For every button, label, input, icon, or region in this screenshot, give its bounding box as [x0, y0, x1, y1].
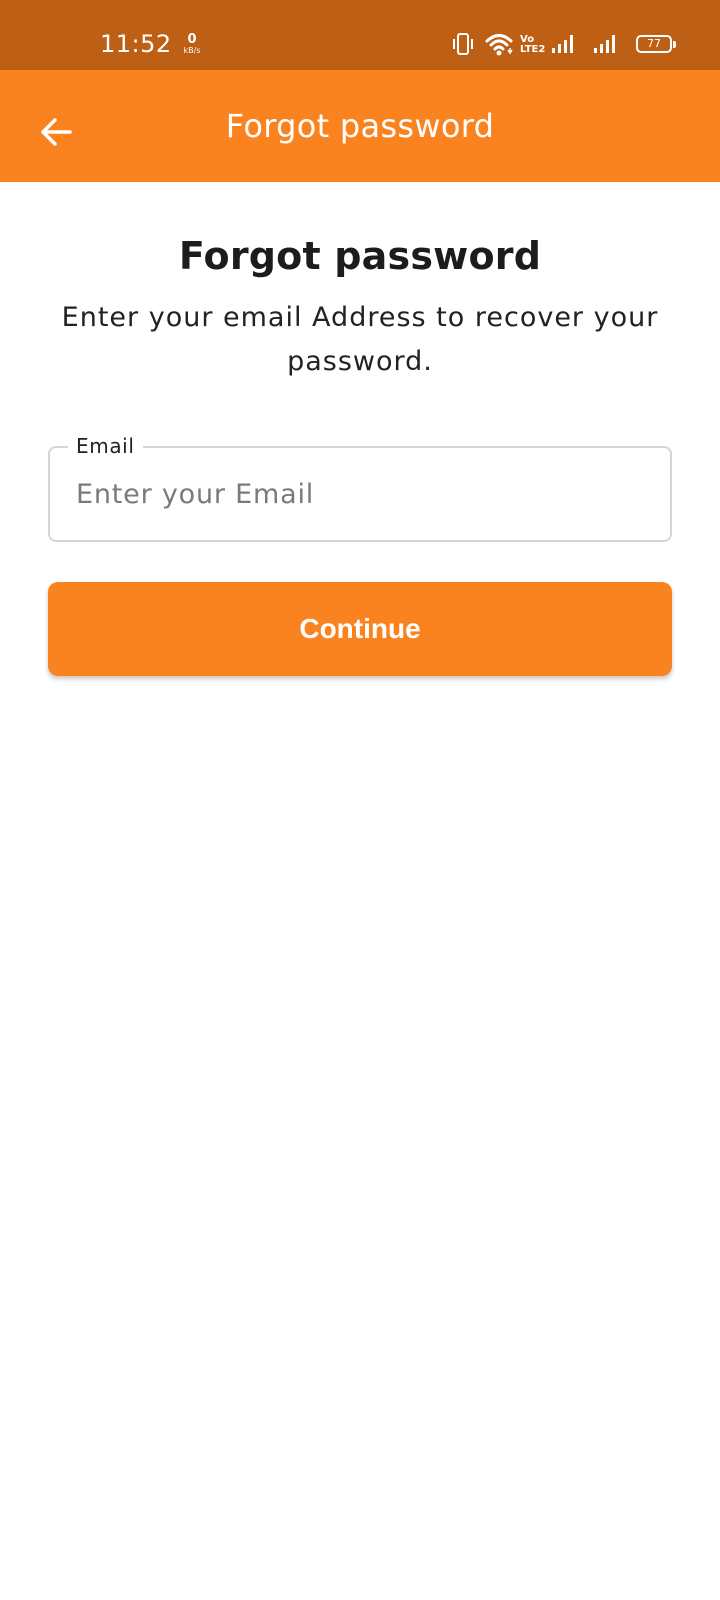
wifi-icon: [485, 34, 513, 56]
battery-icon: 77: [636, 35, 676, 53]
volte-icon: Vo LTE2: [520, 34, 546, 55]
email-label: Email: [68, 434, 143, 458]
signal-icon: [552, 35, 573, 53]
email-input[interactable]: [76, 472, 646, 516]
app-bar: Forgot password: [0, 70, 720, 182]
network-speed: 0 kB/s: [180, 33, 204, 55]
page-subtitle: Enter your email Address to recover your…: [61, 302, 659, 377]
arrow-back-icon: [41, 118, 72, 146]
network-speed-unit: kB/s: [183, 46, 201, 55]
page-title: Forgot password: [178, 234, 542, 278]
continue-button[interactable]: Continue: [48, 582, 672, 676]
back-button[interactable]: [28, 104, 84, 160]
network-speed-value: 0: [187, 32, 197, 47]
status-time: 11:52: [100, 30, 172, 58]
signal-icon-2: [594, 35, 615, 53]
status-bar: 11:52 0 kB/s Vo LTE2 77: [0, 0, 720, 70]
vibrate-icon: [453, 33, 473, 55]
app-bar-title: Forgot password: [225, 107, 495, 145]
